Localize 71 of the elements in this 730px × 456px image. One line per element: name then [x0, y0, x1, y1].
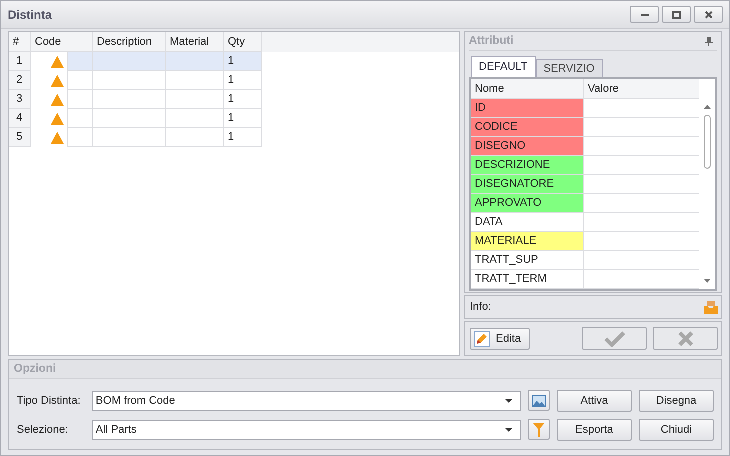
table-cell	[67, 128, 93, 147]
close-icon	[704, 10, 712, 18]
attribute-name[interactable]: MATERIALE	[471, 232, 584, 250]
table-cell	[166, 71, 224, 90]
pencil-icon	[474, 330, 490, 346]
warning-triangle-icon	[51, 112, 64, 124]
minimize-button[interactable]	[630, 6, 659, 23]
field-label: Tipo Distinta:	[17, 394, 82, 406]
table-cell	[166, 52, 224, 71]
qty-cell: 1	[224, 52, 262, 71]
table-cell	[67, 71, 93, 90]
warning-triangle-icon	[51, 94, 64, 106]
panel-title: Opzioni	[14, 363, 56, 375]
field-label: Selezione:	[17, 424, 70, 436]
edit-button[interactable]: Edita	[470, 328, 530, 350]
action-button[interactable]: Esporta	[556, 418, 632, 440]
pin-icon[interactable]	[705, 36, 713, 46]
action-button[interactable]: Chiudi	[638, 418, 714, 440]
grid-row[interactable]: 5 1	[9, 128, 459, 147]
grid-row[interactable]: 1 1	[9, 52, 459, 71]
qty-cell: 1	[224, 128, 262, 147]
panel-title: Attributi	[469, 35, 514, 47]
table-cell	[166, 128, 224, 147]
row-number: 2	[9, 71, 31, 90]
grid-row[interactable]: 3 1	[9, 90, 459, 109]
table-cell	[67, 109, 93, 128]
action-button[interactable]: Attiva	[556, 390, 632, 412]
row-number: 1	[9, 52, 31, 71]
scroll-up-icon[interactable]	[704, 105, 710, 109]
table-cell	[67, 52, 93, 71]
action-button[interactable]: Disegna	[638, 390, 714, 412]
qty-cell: 1	[224, 109, 262, 128]
attribute-name[interactable]: ID	[471, 99, 584, 117]
warning-triangle-icon	[51, 132, 64, 144]
tab[interactable]: SERVIZIO	[536, 59, 603, 77]
dropdown-field[interactable]: BOM from Code	[92, 390, 522, 410]
filter-icon	[533, 422, 546, 436]
attribute-name[interactable]: DISEGNATORE	[471, 175, 584, 193]
grid-row[interactable]: 2 1	[9, 71, 459, 90]
maximize-icon	[672, 10, 681, 18]
image-button[interactable]	[528, 390, 550, 411]
checkmark-icon	[604, 330, 626, 346]
dropdown-arrow-icon	[505, 428, 514, 432]
table-cell	[166, 109, 224, 128]
close-button[interactable]	[694, 6, 723, 23]
table-cell	[166, 90, 224, 109]
qty-cell: 1	[224, 71, 262, 90]
info-label: Info:	[470, 301, 492, 313]
attribute-name[interactable]: CODICE	[471, 118, 584, 136]
warning-triangle-icon	[51, 74, 64, 86]
minimize-icon	[640, 14, 648, 16]
column-header[interactable]: Valore	[584, 79, 699, 98]
row-number: 4	[9, 109, 31, 128]
table-cell	[67, 90, 93, 109]
image-icon	[532, 394, 546, 406]
qty-cell: 1	[224, 90, 262, 109]
close-icon	[678, 330, 694, 346]
attribute-name[interactable]: APPROVATO	[471, 194, 584, 212]
attribute-name[interactable]: DISEGNO	[471, 137, 584, 155]
tab[interactable]: DEFAULT	[471, 56, 536, 77]
row-number: 3	[9, 90, 31, 109]
window-title: Distinta	[8, 8, 52, 22]
column-header[interactable]: Nome	[471, 79, 584, 98]
attribute-name[interactable]: DESCRIZIONE	[471, 156, 584, 174]
scroll-down-icon[interactable]	[704, 279, 710, 283]
dropdown-arrow-icon	[505, 398, 514, 402]
row-number: 5	[9, 128, 31, 147]
maximize-button[interactable]	[662, 6, 691, 23]
warning-triangle-icon	[51, 56, 64, 68]
grid-row[interactable]: 4 1	[9, 109, 459, 128]
dropdown-field[interactable]: All Parts	[92, 420, 522, 440]
